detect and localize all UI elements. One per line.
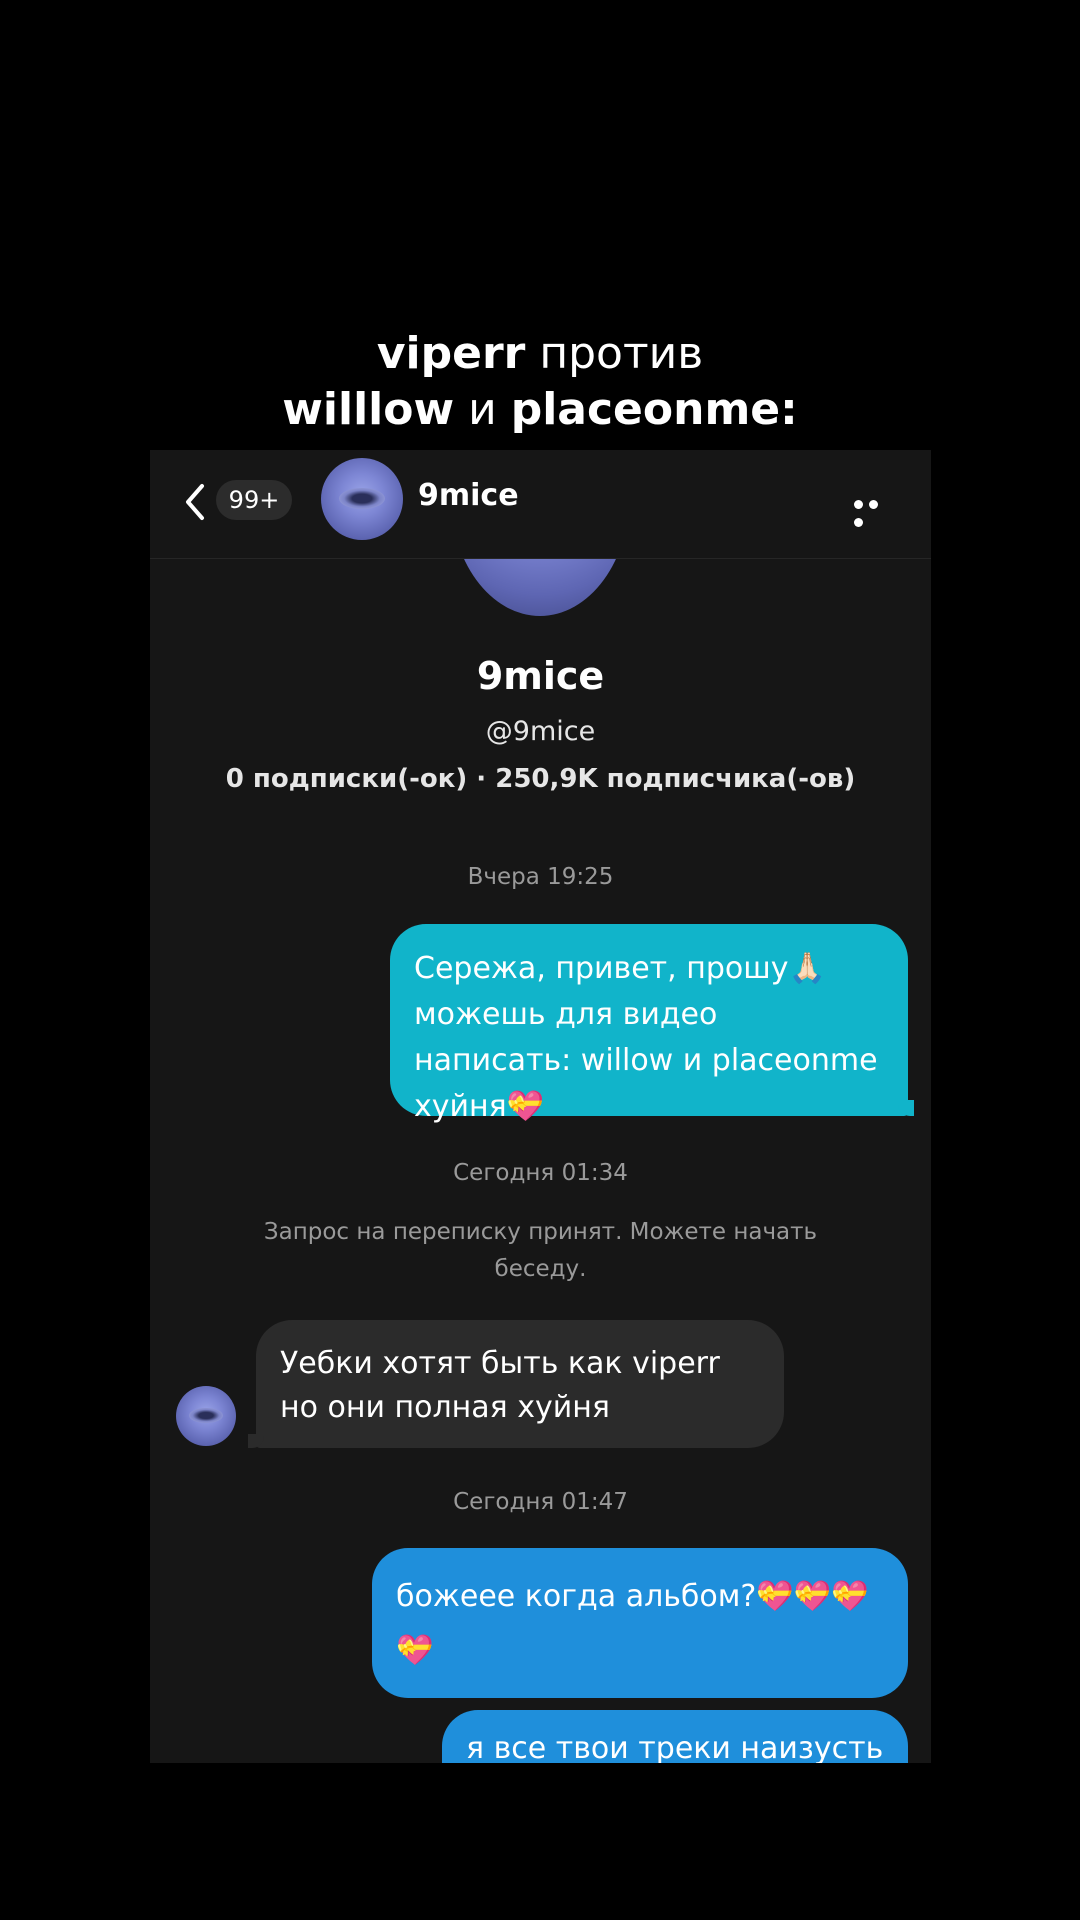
avatar-eye [189, 1407, 223, 1424]
chat-header: 99+ 9mice [150, 450, 931, 559]
caption-word-and: и [454, 384, 511, 435]
more-horizontal-icon[interactable] [854, 496, 898, 527]
chevron-left-icon[interactable] [180, 480, 210, 524]
video-caption: viperr против willlow и placeonme: [0, 326, 1080, 438]
outgoing-message[interactable]: я все твои треки наизусть [442, 1710, 908, 1763]
timestamp-today-0147: Сегодня 01:47 [453, 1489, 628, 1515]
profile-stats: 0 подписки(-ок) · 250,9K подписчика(-ов) [225, 764, 856, 794]
outgoing-message[interactable]: Сережа, привет, прошу🙏🏻 можешь для видео… [390, 924, 908, 1124]
profile-handle: @9mice [485, 716, 596, 747]
caption-word-willlow: willlow [282, 384, 455, 435]
caption-word-viperr: viperr [376, 328, 526, 379]
timestamp-yesterday: Вчера 19:25 [467, 864, 614, 890]
profile-name: 9mice [476, 654, 605, 698]
unread-count-badge[interactable]: 99+ [216, 480, 292, 520]
request-accepted-note: Запрос на переписку принят. Можете начат… [263, 1219, 818, 1282]
avatar-eye [339, 487, 385, 509]
caption-line-1: viperr против [0, 326, 1080, 382]
chat-screen: 99+ 9mice 9mice @9mice 0 подписки(-ок) ·… [150, 450, 931, 1763]
outgoing-message[interactable]: божеее когда альбом?💝💝💝💝 [372, 1548, 908, 1698]
timestamp-today-0134: Сегодня 01:34 [453, 1160, 628, 1186]
header-avatar[interactable] [321, 458, 403, 540]
incoming-message[interactable]: Уебки хотят быть как viperr но они полна… [256, 1320, 784, 1448]
caption-word-placeonme: placeonme: [510, 384, 798, 435]
caption-line-2: willlow и placeonme: [0, 382, 1080, 438]
header-username[interactable]: 9mice [418, 478, 519, 513]
caption-word-protiv: против [525, 328, 704, 379]
video-frame: viperr против willlow и placeonme: 99+ 9… [0, 0, 1080, 1920]
sender-avatar[interactable] [176, 1386, 236, 1446]
